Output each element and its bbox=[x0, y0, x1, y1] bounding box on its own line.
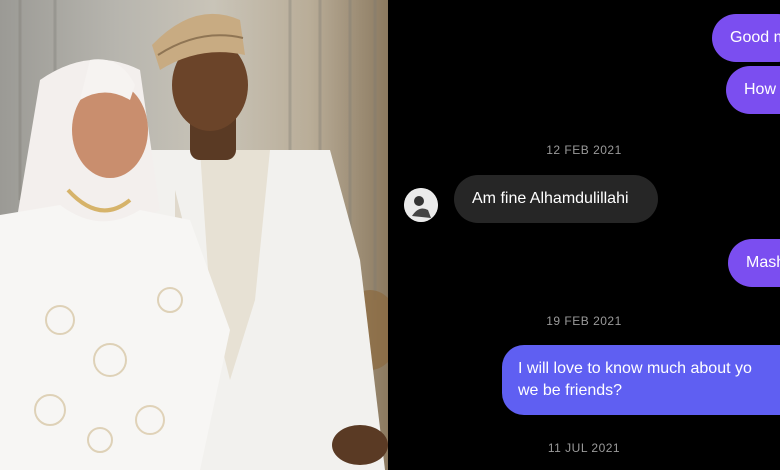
wedding-photo bbox=[0, 0, 388, 470]
message-text-line2: we be friends? bbox=[518, 382, 623, 399]
chat-thread: Good m How 12 FEB 2021 Am fine Alhamduli… bbox=[388, 0, 780, 470]
message-outgoing[interactable]: Good m bbox=[712, 14, 780, 62]
message-text-line1: I will love to know much about yo bbox=[518, 360, 752, 377]
date-separator: 12 FEB 2021 bbox=[546, 143, 622, 157]
avatar[interactable] bbox=[404, 188, 438, 222]
message-outgoing[interactable]: I will love to know much about yo we be … bbox=[502, 345, 780, 415]
message-outgoing[interactable]: How bbox=[726, 66, 780, 114]
message-text: How bbox=[744, 81, 777, 98]
user-avatar-icon bbox=[404, 188, 438, 222]
date-separator: 19 FEB 2021 bbox=[546, 314, 622, 328]
message-outgoing[interactable]: Mash bbox=[728, 239, 780, 287]
message-text: Am fine Alhamdulillahi bbox=[472, 190, 629, 207]
message-text: Good m bbox=[730, 29, 780, 46]
photo-illustration bbox=[0, 0, 388, 470]
date-separator: 11 JUL 2021 bbox=[547, 441, 621, 455]
message-text: Mash bbox=[746, 254, 780, 271]
message-incoming[interactable]: Am fine Alhamdulillahi bbox=[454, 175, 658, 223]
